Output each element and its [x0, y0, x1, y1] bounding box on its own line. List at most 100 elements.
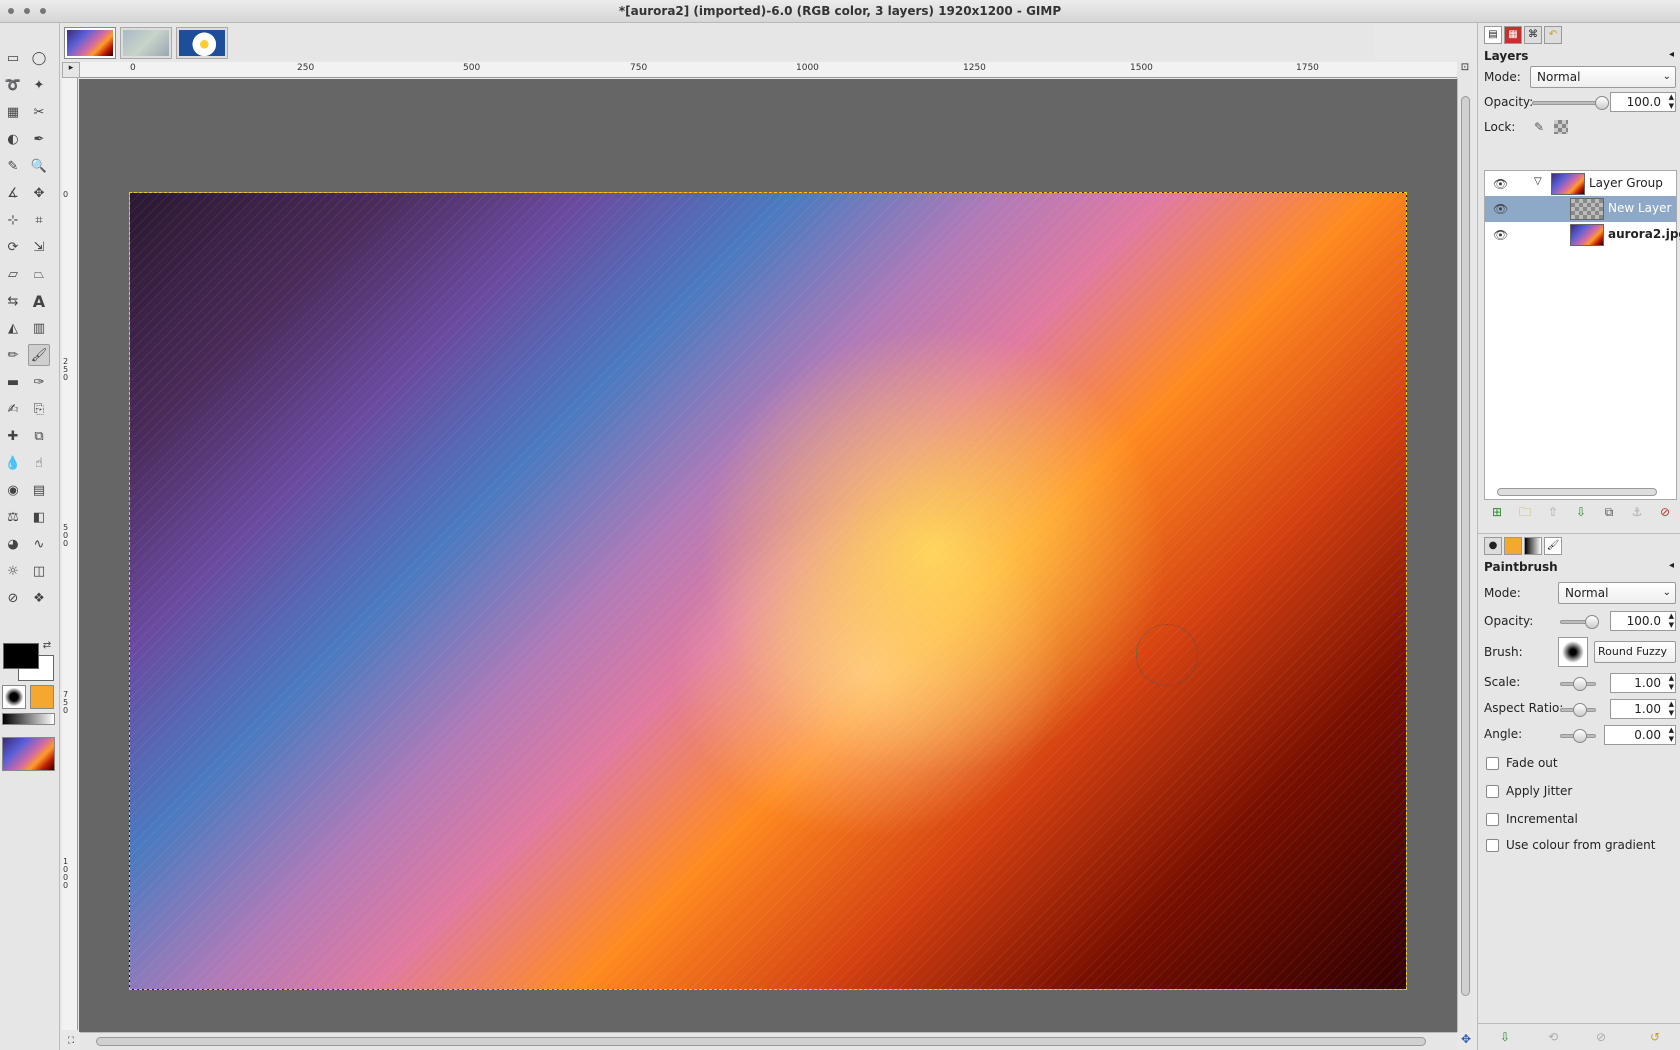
- horizontal-scroll-thumb[interactable]: [96, 1037, 1426, 1046]
- layer-row-selected[interactable]: 👁 New Layer: [1485, 196, 1676, 222]
- spin-arrows-icon[interactable]: ▲ ▼: [1669, 612, 1674, 630]
- scissors-select-icon[interactable]: ✂: [28, 101, 50, 123]
- save-options-icon[interactable]: ⇩: [1496, 1028, 1514, 1046]
- slider-knob[interactable]: [1573, 729, 1587, 743]
- layers-opacity-slider[interactable]: [1532, 96, 1609, 110]
- paths-icon[interactable]: ✒: [28, 128, 50, 150]
- gradient-preview-icon[interactable]: [2, 713, 55, 725]
- layer-name[interactable]: Layer Group: [1589, 176, 1663, 190]
- canvas-area[interactable]: [79, 79, 1457, 1032]
- paths-tab-icon[interactable]: ⌘: [1524, 26, 1542, 44]
- expand-triangle-icon[interactable]: ▽: [1534, 176, 1542, 187]
- zoom-icon[interactable]: 🔍: [28, 155, 50, 177]
- free-select-icon[interactable]: ➰: [2, 74, 24, 96]
- duplicate-layer-icon[interactable]: ⧉: [1600, 503, 1618, 521]
- new-layer-group-icon[interactable]: 🗀: [1516, 503, 1534, 521]
- hue-saturation-icon[interactable]: ◧: [28, 506, 50, 528]
- zoom-window-icon[interactable]: [40, 8, 46, 14]
- levels-icon[interactable]: ▤: [28, 479, 50, 501]
- color-picker-icon[interactable]: ✎: [2, 155, 24, 177]
- tool-opacity-spinner[interactable]: 100.0 ▲ ▼: [1610, 611, 1676, 631]
- quick-mask-arrow-icon[interactable]: ▸: [62, 62, 80, 78]
- paintbrush-icon[interactable]: 🖌: [28, 344, 50, 366]
- colorize-icon[interactable]: ◕: [2, 533, 24, 555]
- horizontal-scrollbar[interactable]: [80, 1032, 1457, 1050]
- use-gradient-checkbox[interactable]: [1486, 839, 1499, 852]
- slider-knob[interactable]: [1595, 96, 1609, 110]
- layer-name[interactable]: New Layer: [1608, 201, 1671, 215]
- spin-arrows-icon[interactable]: ▲ ▼: [1669, 700, 1674, 718]
- perspective-icon[interactable]: ⏢: [28, 263, 50, 285]
- swap-colors-icon[interactable]: ⇄: [40, 638, 54, 652]
- spin-arrows-icon[interactable]: ▲ ▼: [1669, 726, 1674, 744]
- angle-slider[interactable]: [1560, 729, 1596, 743]
- fuzzy-select-icon[interactable]: ✦: [28, 74, 50, 96]
- panel-menu-icon[interactable]: ◂: [1669, 49, 1674, 60]
- close-window-icon[interactable]: [8, 8, 14, 14]
- apply-jitter-checkbox[interactable]: [1486, 785, 1499, 798]
- angle-spinner[interactable]: 0.00 ▲ ▼: [1604, 725, 1676, 745]
- blend-icon[interactable]: ▥: [28, 317, 50, 339]
- ellipse-select-icon[interactable]: ◯: [28, 47, 50, 69]
- scale-spinner[interactable]: 1.00 ▲ ▼: [1610, 673, 1676, 693]
- panel-menu-icon[interactable]: ◂: [1669, 560, 1674, 571]
- raise-layer-icon[interactable]: ⇧: [1544, 503, 1562, 521]
- patterns-tab-icon[interactable]: [1504, 537, 1522, 555]
- tool-mode-select[interactable]: Normal ⌄: [1558, 582, 1676, 604]
- heal-icon[interactable]: ✚: [2, 425, 24, 447]
- curves-icon[interactable]: ∿: [28, 533, 50, 555]
- brushes-tab-icon[interactable]: ●: [1484, 537, 1502, 555]
- ink-icon[interactable]: ✍: [2, 398, 24, 420]
- measure-icon[interactable]: ∡: [2, 182, 24, 204]
- minimize-window-icon[interactable]: [24, 8, 30, 14]
- tool-options-tab-icon[interactable]: 🖌: [1544, 537, 1562, 555]
- layer-name[interactable]: aurora2.jpg: [1608, 227, 1680, 241]
- image-menu-icon[interactable]: ⛶: [62, 1032, 80, 1050]
- layers-opacity-spinner[interactable]: 100.0 ▲ ▼: [1610, 92, 1676, 112]
- reset-options-icon[interactable]: ↺: [1646, 1028, 1664, 1046]
- vertical-scroll-thumb[interactable]: [1461, 96, 1470, 996]
- slider-knob[interactable]: [1573, 677, 1587, 691]
- tool-opacity-slider[interactable]: [1560, 615, 1599, 629]
- image-tab-2[interactable]: [120, 27, 172, 59]
- vertical-scrollbar[interactable]: [1457, 78, 1473, 1032]
- zoom-toggle-icon[interactable]: ⊡: [1457, 62, 1473, 78]
- clone-icon[interactable]: ⎘: [28, 398, 50, 420]
- flip-icon[interactable]: ⇆: [2, 290, 24, 312]
- foreground-select-icon[interactable]: ◐: [2, 128, 24, 150]
- image-tab-aurora2[interactable]: [64, 27, 116, 59]
- incremental-checkbox[interactable]: [1486, 813, 1499, 826]
- visibility-eye-icon[interactable]: 👁: [1493, 177, 1508, 191]
- text-tool-icon[interactable]: A: [28, 290, 50, 312]
- scale-slider[interactable]: [1560, 677, 1596, 691]
- layers-mode-select[interactable]: Normal ⌄: [1530, 66, 1676, 88]
- channels-tab-icon[interactable]: ▦: [1504, 26, 1522, 44]
- image-tab-3[interactable]: [176, 27, 228, 59]
- slider-knob[interactable]: [1573, 703, 1587, 717]
- pencil-icon[interactable]: ✏: [2, 344, 24, 366]
- layers-list[interactable]: 👁 ▽ Layer Group 👁 New Layer 👁 aurora2.jp…: [1484, 170, 1680, 500]
- threshold-icon[interactable]: ◫: [28, 560, 50, 582]
- spin-arrows-icon[interactable]: ▲ ▼: [1669, 93, 1674, 111]
- dodge-burn-icon[interactable]: ◉: [2, 479, 24, 501]
- new-layer-icon[interactable]: ⊞: [1488, 503, 1506, 521]
- smudge-icon[interactable]: ☝: [28, 452, 50, 474]
- brush-preview-icon[interactable]: [2, 685, 26, 709]
- visibility-eye-icon[interactable]: 👁: [1493, 228, 1508, 242]
- desaturate-icon[interactable]: ⊘: [2, 587, 24, 609]
- anchor-layer-icon[interactable]: ⚓: [1628, 503, 1646, 521]
- aspect-ratio-spinner[interactable]: 1.00 ▲ ▼: [1610, 699, 1676, 719]
- layers-tab-icon[interactable]: ▤: [1484, 26, 1502, 44]
- delete-options-icon[interactable]: ⊘: [1592, 1028, 1610, 1046]
- crop-icon[interactable]: ⌗: [28, 209, 50, 231]
- layers-hscroll[interactable]: [1497, 488, 1657, 496]
- layer-row[interactable]: 👁 aurora2.jpg: [1485, 222, 1680, 248]
- eraser-icon[interactable]: ▬: [2, 371, 24, 393]
- undo-tab-icon[interactable]: ↶: [1544, 26, 1562, 44]
- restore-options-icon[interactable]: ⟲: [1544, 1028, 1562, 1046]
- aspect-ratio-slider[interactable]: [1560, 703, 1596, 717]
- gradients-tab-icon[interactable]: [1524, 537, 1542, 555]
- posterize-icon[interactable]: ❖: [28, 587, 50, 609]
- brush-selector-icon[interactable]: [1558, 637, 1588, 667]
- foreground-color-swatch[interactable]: [3, 643, 39, 669]
